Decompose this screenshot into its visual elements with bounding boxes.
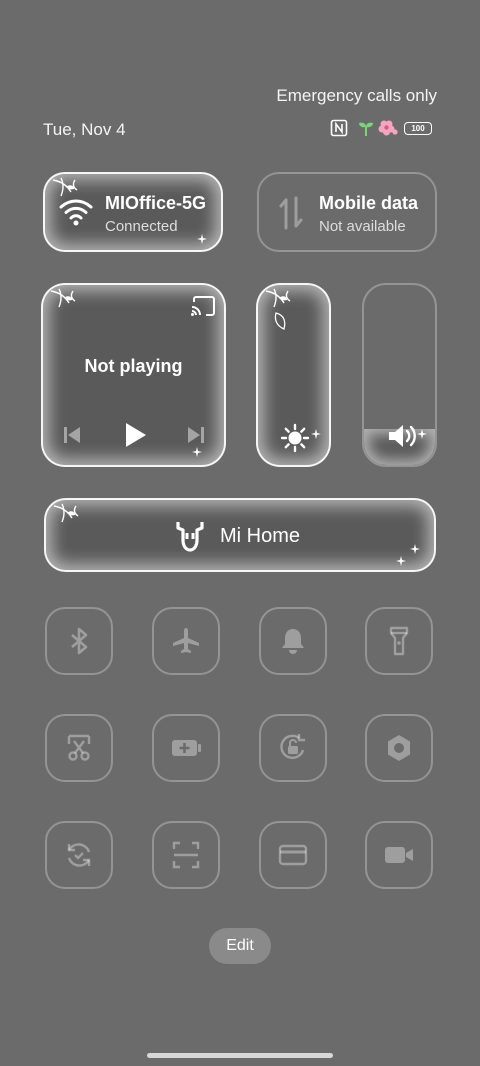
bluetooth-icon	[71, 627, 88, 655]
flower-icon	[378, 120, 398, 136]
mi-home-icon	[176, 522, 204, 552]
sparkle-icon	[396, 556, 406, 566]
rotation-lock-toggle[interactable]	[259, 714, 327, 782]
sprout-icon	[359, 122, 373, 136]
brightness-slider[interactable]	[256, 283, 331, 467]
wifi-tile[interactable]: MIOffice-5G Connected	[43, 172, 223, 252]
mobile-data-status: Not available	[319, 218, 406, 235]
screenshot-toggle[interactable]	[45, 714, 113, 782]
scanner-toggle[interactable]	[152, 821, 220, 889]
battery-indicator: 100	[404, 122, 432, 135]
play-icon[interactable]	[123, 422, 147, 448]
battery-icon	[172, 740, 201, 756]
wifi-name: MIOffice-5G	[105, 193, 207, 213]
flashlight-icon	[389, 626, 409, 656]
mobile-data-title: Mobile data	[319, 193, 419, 213]
cards-toggle[interactable]	[259, 821, 327, 889]
scissors-icon	[67, 734, 91, 761]
battery-level: 100	[411, 124, 425, 133]
mobile-data-tile[interactable]: Mobile data Not available	[257, 172, 437, 252]
volume-icon	[389, 425, 416, 447]
sparkle-icon	[410, 544, 420, 554]
vine-decoration-icon	[265, 288, 291, 308]
media-player-tile[interactable]: Not playing	[41, 283, 226, 467]
screen-recorder-toggle[interactable]	[365, 821, 433, 889]
cast-icon[interactable]	[190, 295, 216, 317]
sync-icon	[67, 843, 91, 867]
previous-track-icon[interactable]	[63, 425, 81, 445]
settings-toggle[interactable]	[365, 714, 433, 782]
scan-icon	[172, 841, 200, 869]
date-label: Tue, Nov 4	[43, 120, 126, 139]
sparkle-icon	[311, 429, 321, 439]
media-status: Not playing	[84, 356, 183, 376]
edit-button[interactable]: Edit	[209, 928, 271, 964]
bluetooth-toggle[interactable]	[45, 607, 113, 675]
bell-icon	[282, 629, 304, 654]
home-indicator[interactable]	[147, 1053, 333, 1058]
carrier-status: Emergency calls only	[276, 86, 437, 105]
video-icon	[385, 847, 413, 863]
hex-nut-icon	[388, 735, 410, 761]
brightness-icon	[280, 423, 310, 453]
sparkle-icon	[192, 447, 202, 457]
next-track-icon[interactable]	[187, 425, 205, 445]
rotation-lock-icon	[280, 734, 305, 760]
card-icon	[278, 844, 308, 866]
battery-saver-toggle[interactable]	[152, 714, 220, 782]
wifi-status: Connected	[105, 218, 178, 235]
nfc-icon	[330, 119, 348, 137]
leaf-decoration-icon	[274, 312, 286, 330]
edit-label: Edit	[226, 937, 254, 954]
airplane-toggle[interactable]	[152, 607, 220, 675]
sparkle-icon	[197, 234, 207, 244]
mi-home-tile[interactable]: Mi Home	[44, 498, 436, 572]
notifications-toggle[interactable]	[259, 607, 327, 675]
volume-slider[interactable]	[362, 283, 437, 467]
airplane-icon	[173, 628, 199, 653]
sync-toggle[interactable]	[45, 821, 113, 889]
status-icons: 100	[330, 119, 434, 139]
data-arrows-icon	[279, 196, 303, 230]
vine-decoration-icon	[50, 288, 76, 308]
wifi-icon	[59, 199, 93, 226]
sparkle-icon	[417, 429, 427, 439]
mi-home-label: Mi Home	[220, 525, 301, 547]
vine-decoration-icon	[53, 503, 79, 523]
flashlight-toggle[interactable]	[365, 607, 433, 675]
